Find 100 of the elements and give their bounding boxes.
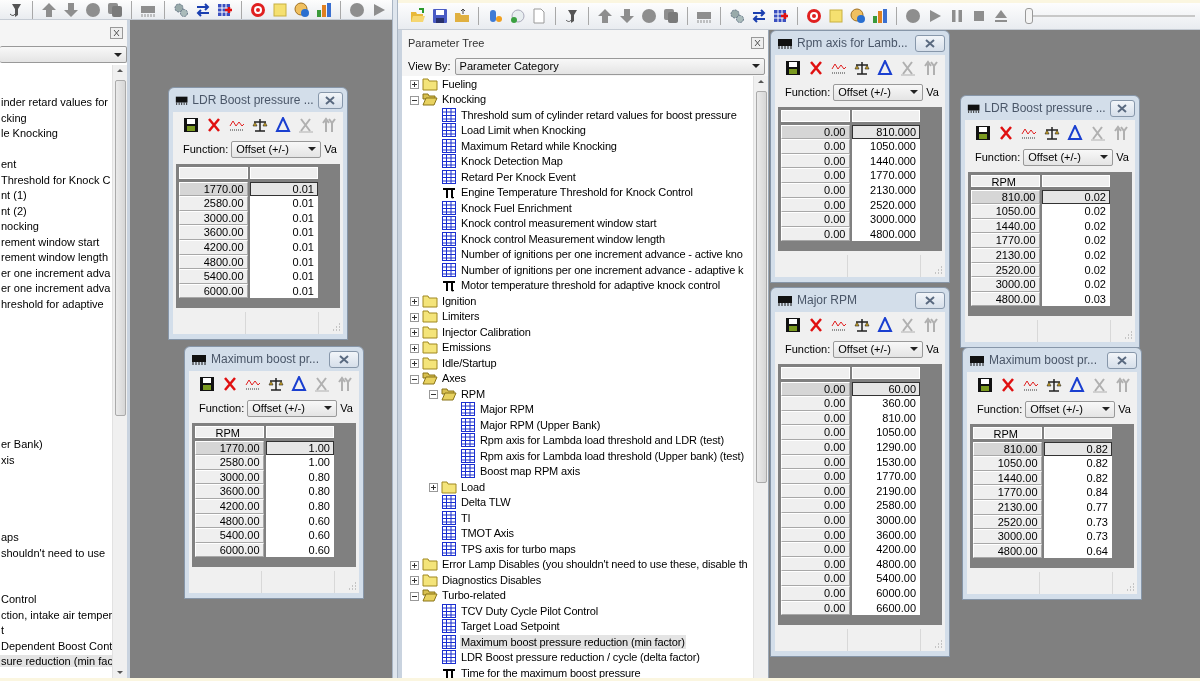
pyramid-icon[interactable]	[275, 117, 291, 133]
tree-item[interactable]: Number of ignitions per one increment advance - adaptive k	[460, 262, 745, 277]
expand-icon[interactable]	[410, 359, 419, 369]
close-icon[interactable]	[925, 38, 935, 48]
up-arrow-icon[interactable]	[41, 1, 57, 18]
scrollbar[interactable]	[753, 76, 768, 678]
expand-icon[interactable]	[410, 328, 419, 338]
open-folder-icon[interactable]	[410, 8, 426, 24]
value-cell[interactable]: 0.80	[265, 484, 334, 499]
play-icon[interactable]	[927, 8, 943, 24]
tree-item[interactable]: Turbo-related	[441, 588, 507, 603]
resize-grip-icon[interactable]	[1124, 581, 1135, 593]
value-cell[interactable]: 1050.000	[851, 139, 920, 154]
folder-icon[interactable]	[454, 8, 470, 24]
save-icon[interactable]	[199, 376, 215, 392]
value-cell[interactable]: 5400.00	[851, 571, 920, 586]
tree-item[interactable]: TPS axis for turbo maps	[460, 541, 577, 556]
target-icon[interactable]	[806, 8, 822, 24]
tree-item[interactable]: TMOT Axis	[460, 526, 515, 541]
collapse-icon[interactable]	[429, 390, 438, 400]
tree-item[interactable]: Target Load Setpoint	[460, 619, 561, 634]
tree-item[interactable]: Fueling	[441, 76, 479, 91]
pyramid-icon[interactable]	[877, 317, 893, 333]
collapse-icon[interactable]	[410, 95, 419, 105]
value-cell[interactable]: 0.73	[1043, 529, 1112, 544]
resize-grip-icon[interactable]	[932, 638, 943, 650]
collapse-icon[interactable]	[410, 591, 419, 601]
funnel-icon[interactable]	[564, 8, 580, 24]
tree-item[interactable]: ction, intake air temper	[0, 608, 112, 621]
save-icon[interactable]	[432, 8, 448, 24]
tree-item[interactable]: Number of ignitions per one increment advance - active kno	[460, 247, 744, 262]
tree-item[interactable]: xis	[0, 453, 16, 466]
tree-item[interactable]: Knock control measurement window start	[460, 216, 658, 231]
expand-icon[interactable]	[410, 297, 419, 307]
tree-item[interactable]: Retard Per Knock Event	[460, 169, 577, 184]
tree-item[interactable]: TI	[460, 510, 472, 525]
scale-icon[interactable]	[854, 317, 870, 333]
tree-item[interactable]: Rpm axis for Lambda load threshold (Upper bank) (test)	[479, 448, 745, 463]
expand-icon[interactable]	[429, 483, 438, 493]
tree-item[interactable]: er one increment adva	[0, 282, 112, 294]
pyramid-icon[interactable]	[1069, 377, 1085, 393]
delete-icon[interactable]	[808, 317, 824, 333]
expand-icon[interactable]	[410, 576, 419, 586]
globe-icon[interactable]	[850, 8, 866, 24]
tree-item[interactable]: rement window length	[0, 251, 109, 263]
value-cell[interactable]: 1770.00	[851, 469, 920, 484]
pages-icon[interactable]	[663, 8, 679, 24]
function-dropdown[interactable]: Offset (+/-)	[1025, 400, 1116, 418]
value-cell[interactable]: 1770.000	[851, 168, 920, 183]
tree-item[interactable]: nocking	[0, 220, 40, 232]
tree-item[interactable]: inder retard values for	[0, 96, 109, 108]
value-cell[interactable]: 0.60	[265, 528, 334, 543]
scale-icon[interactable]	[1046, 377, 1062, 393]
tree-item[interactable]: Knock Detection Map	[460, 154, 564, 169]
save-icon[interactable]	[183, 117, 199, 133]
tree-item[interactable]: Motor temperature threshold for adaptive knock control	[460, 278, 722, 293]
value-cell[interactable]: 0.02	[1041, 277, 1110, 292]
value-cell[interactable]: 4200.00	[851, 542, 920, 557]
function-dropdown[interactable]: Offset (+/-)	[231, 140, 322, 158]
tree-item[interactable]: Knock control Measurement window length	[460, 231, 666, 246]
circle-icon[interactable]	[349, 1, 365, 18]
circle-icon[interactable]	[85, 1, 101, 18]
expand-icon[interactable]	[410, 80, 419, 90]
scale-icon[interactable]	[252, 117, 268, 133]
tree-item[interactable]: ent	[0, 158, 18, 170]
resize-grip-icon[interactable]	[346, 580, 357, 592]
expand-icon[interactable]	[410, 560, 419, 570]
play-icon[interactable]	[371, 1, 387, 18]
delete-icon[interactable]	[206, 117, 222, 133]
tree-item[interactable]: cking	[0, 111, 28, 124]
delete-icon[interactable]	[998, 125, 1014, 141]
close-button[interactable]	[915, 291, 945, 309]
close-icon[interactable]	[325, 95, 336, 105]
up-arrow-icon[interactable]	[597, 8, 613, 24]
scale-icon[interactable]	[854, 60, 870, 76]
pages-icon[interactable]	[107, 1, 123, 18]
tree-item[interactable]: er one increment adva	[0, 266, 112, 279]
globe-icon[interactable]	[294, 1, 310, 18]
tree-item[interactable]: TCV Duty Cycle Pilot Control	[460, 603, 599, 618]
function-dropdown[interactable]: Offset (+/-)	[833, 83, 924, 101]
value-cell[interactable]: 3000.000	[851, 212, 920, 227]
value-cell[interactable]: 360.00	[851, 396, 920, 411]
down-arrow-icon[interactable]	[63, 1, 79, 18]
save-icon[interactable]	[975, 125, 991, 141]
function-dropdown[interactable]: Offset (+/-)	[1023, 148, 1114, 166]
delete-icon[interactable]	[808, 60, 824, 76]
value-cell[interactable]: 0.01	[249, 269, 318, 284]
pause-icon[interactable]	[949, 8, 965, 24]
close-icon[interactable]	[925, 295, 935, 305]
value-cell[interactable]: 0.02	[1041, 189, 1110, 205]
stop-icon[interactable]	[971, 8, 987, 24]
tree-item[interactable]: hreshold for adaptive	[0, 297, 105, 310]
save-icon[interactable]	[977, 377, 993, 393]
tree-item[interactable]: Load	[460, 479, 486, 494]
value-cell[interactable]: 0.02	[1041, 204, 1110, 219]
tree-item[interactable]: Threshold for Knock C	[0, 173, 112, 186]
bar-chart-icon[interactable]	[316, 1, 332, 18]
close-icon[interactable]	[1117, 355, 1127, 365]
bar-chart-icon[interactable]	[872, 8, 888, 24]
tree-item[interactable]: Control	[0, 593, 38, 605]
